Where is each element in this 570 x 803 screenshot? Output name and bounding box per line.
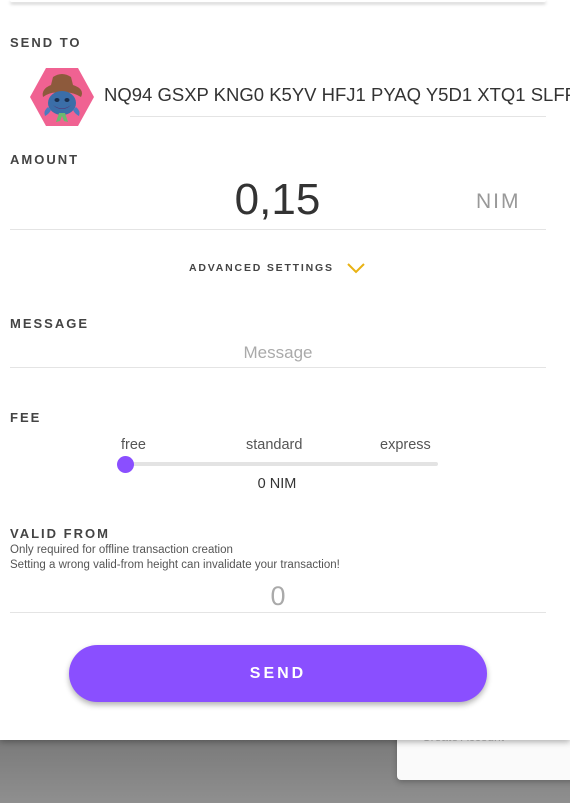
send-to-label: SEND TO <box>10 35 82 50</box>
fee-option-standard[interactable]: standard <box>246 437 302 453</box>
message-underline <box>10 367 546 368</box>
amount-underline <box>10 229 546 230</box>
identicon-cowboy-icon <box>29 67 95 127</box>
fee-label: FEE <box>10 410 42 425</box>
valid-from-label: VALID FROM <box>10 526 110 541</box>
message-input[interactable] <box>10 340 546 366</box>
message-label: MESSAGE <box>10 316 90 331</box>
advanced-settings-label: ADVANCED SETTINGS <box>189 262 334 274</box>
valid-from-input[interactable] <box>10 581 546 611</box>
fee-slider-track[interactable] <box>125 462 438 466</box>
recipient-address[interactable]: NQ94 GSXP KNG0 K5YV HFJ1 PYAQ Y5D1 XTQ1 … <box>104 84 570 106</box>
chevron-down-icon <box>346 262 366 274</box>
fee-option-express[interactable]: express <box>380 437 431 453</box>
valid-from-hint-1: Only required for offline transaction cr… <box>10 544 233 556</box>
fee-option-free[interactable]: free <box>121 437 146 453</box>
amount-input[interactable]: 0,15 <box>0 175 555 225</box>
address-underline <box>130 116 546 117</box>
valid-from-hint-2: Setting a wrong valid-from height can in… <box>10 559 340 571</box>
fee-slider-thumb[interactable] <box>117 456 134 473</box>
send-button[interactable]: SEND <box>69 645 487 702</box>
amount-unit: NIM <box>476 190 521 213</box>
top-edge <box>10 0 546 2</box>
send-transaction-panel: SEND TO NQ94 GSXP KNG0 K5YV HFJ1 PYAQ Y5… <box>0 0 570 740</box>
fee-value: 0 NIM <box>257 476 297 492</box>
advanced-settings-toggle[interactable]: ADVANCED SETTINGS <box>189 262 366 274</box>
amount-label: AMOUNT <box>10 152 80 167</box>
valid-from-underline <box>10 612 546 613</box>
